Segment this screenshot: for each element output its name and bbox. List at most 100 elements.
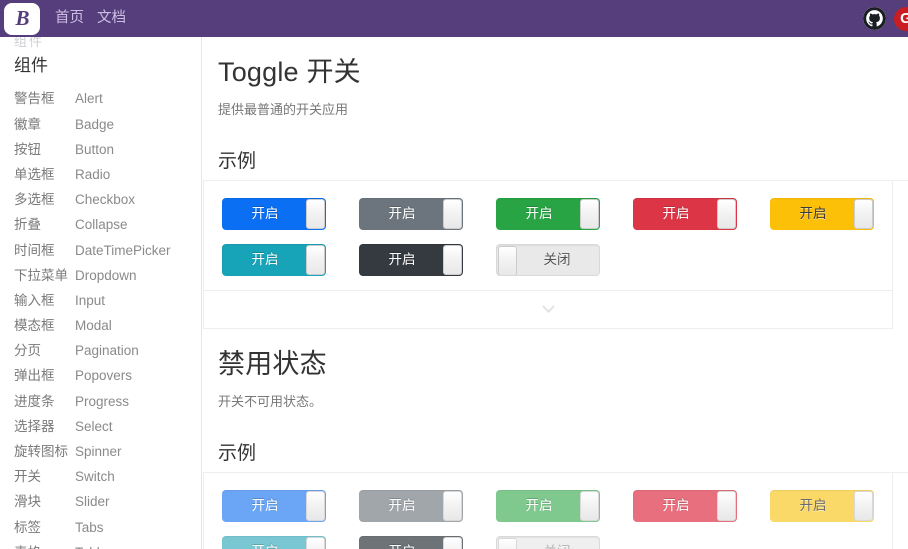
sidebar-item-label-en: Popovers <box>75 368 133 384</box>
page-title: Toggle 开关 <box>218 57 361 87</box>
toggle-switch-primary-disabled: 开启 <box>222 489 326 522</box>
page-description: 提供最普通的开关应用 <box>218 101 349 117</box>
sidebar-item-label-cn: 选择器 <box>14 418 55 434</box>
sidebar-item-radio[interactable]: 单选框 Radio <box>14 163 201 188</box>
example-panel-disabled: 开启开启开启开启开启 开启开启关闭 <box>203 472 893 549</box>
sidebar-item-label-cn: 时间框 <box>14 242 55 258</box>
sidebar-item-alert[interactable]: 警告框 Alert <box>14 87 201 112</box>
sidebar-item-label-cn: 开关 <box>14 469 41 485</box>
sidebar-item-label-en: DateTimePicker <box>75 242 171 258</box>
sidebar-item-select[interactable]: 选择器 Select <box>14 415 201 440</box>
sidebar-item-checkbox[interactable]: 多选框 Checkbox <box>14 188 201 213</box>
sidebar-item-label-cn: 多选框 <box>14 192 55 208</box>
toggle-switch-danger[interactable]: 开启 <box>633 197 737 230</box>
sidebar-item-popovers[interactable]: 弹出框 Popovers <box>14 364 201 389</box>
sidebar-item-label-en: Slider <box>75 494 110 510</box>
sidebar-item-label-cn: 警告框 <box>14 91 55 107</box>
sidebar-item-collapse[interactable]: 折叠 Collapse <box>14 213 201 238</box>
toggle-knob[interactable] <box>306 198 325 229</box>
nav-links: 首页 文档 <box>55 11 126 26</box>
sidebar-item-tabs[interactable]: 标签 Tabs <box>14 516 201 541</box>
toggle-knob[interactable] <box>854 198 873 229</box>
sidebar-item-label-en: Spinner <box>75 444 122 460</box>
main-content: Toggle 开关 提供最普通的开关应用 示例 开启 开启 开启 开启 开启 开启 开启关… <box>203 37 908 549</box>
sidebar-item-label-en: Modal <box>75 318 112 334</box>
bootstrap-logo-icon: B <box>15 6 29 30</box>
sidebar-item-label-cn: 输入框 <box>14 292 55 308</box>
toggle-switch-secondary-disabled: 开启 <box>359 489 463 522</box>
gitee-letter: G <box>900 10 908 27</box>
sidebar-item-badge[interactable]: 徽章 Badge <box>14 113 201 138</box>
disabled-toggle-row-1: 开启 开启 开启 开启 开启 <box>222 489 874 522</box>
sidebar-item-label-en: Badge <box>75 116 115 132</box>
toggle-switch-primary[interactable]: 开启 <box>222 197 326 230</box>
sidebar-item-label-cn: 表格 <box>14 541 75 549</box>
sidebar-item-progress[interactable]: 进度条 Progress <box>14 390 201 415</box>
sidebar-heading: 组件 <box>14 56 48 75</box>
toggle-knob[interactable] <box>443 244 462 275</box>
sidebar-item-label-en: Collapse <box>75 217 128 233</box>
sidebar-item-label-en: Switch <box>75 469 115 485</box>
sidebar-item-label-en: Button <box>75 141 115 157</box>
nav-link-home[interactable]: 首页 <box>55 11 84 26</box>
toggle-switch-success-disabled: 开启 <box>496 489 600 522</box>
toggle-knob <box>443 490 462 521</box>
sidebar-item-label-en: Pagination <box>75 343 139 359</box>
sidebar-item-label-cn: 标签 <box>14 519 41 535</box>
sidebar-item-input[interactable]: 输入框 Input <box>14 289 201 314</box>
sidebar-item-modal[interactable]: 模态框 Modal <box>14 314 201 339</box>
toggle-switch-secondary[interactable]: 开启 <box>359 197 463 230</box>
sidebar-item-label-en: Select <box>75 418 113 434</box>
toggle-knob <box>717 490 736 521</box>
toggle-switch-dark[interactable]: 开启 <box>359 243 463 276</box>
sidebar-item-switch[interactable]: 开关 Switch <box>14 465 201 490</box>
sidebar-item-label-en: Tables <box>75 545 114 549</box>
sidebar-item-label-cn: 下拉菜单 <box>14 267 68 283</box>
sidebar-item-pagination[interactable]: 分页 Pagination <box>14 339 201 364</box>
chevron-down-icon <box>541 300 555 313</box>
toggle-switch-info[interactable]: 开启 <box>222 243 326 276</box>
sidebar-item-label-cn: 徽章 <box>14 116 41 132</box>
toggle-row-1: 开启 开启 开启 开启 开启 <box>222 197 874 230</box>
sidebar-item-label-en: Input <box>75 292 106 308</box>
toggle-knob <box>443 536 462 549</box>
gitee-icon[interactable]: G <box>894 6 908 31</box>
section-title-disabled-example: 示例 <box>218 442 257 464</box>
toggle-switch-light-disabled: 关闭 <box>496 535 600 549</box>
sidebar-item-label-en: Radio <box>75 166 111 182</box>
toggle-switch-success[interactable]: 开启 <box>496 197 600 230</box>
sidebar-item-spinner[interactable]: 旋转图标 Spinner <box>14 440 201 465</box>
toggle-switch-light[interactable]: 关闭 <box>496 243 600 276</box>
toggle-knob <box>580 490 599 521</box>
nav-link-docs[interactable]: 文档 <box>97 11 126 26</box>
sidebar-item-label-cn: 进度条 <box>14 393 55 409</box>
sidebar-item-datetimepicker[interactable]: 时间框 DateTimePicker <box>14 239 201 264</box>
disabled-toggle-row-2: 开启 开启 关闭 <box>222 535 874 549</box>
sidebar-item-label-cn: 单选框 <box>14 166 55 182</box>
toggle-knob[interactable] <box>717 198 736 229</box>
sidebar-item-slider[interactable]: 滑块 Slider <box>14 490 201 515</box>
sidebar-item-tables[interactable]: 表格Tables <box>14 541 201 549</box>
toggle-knob <box>498 537 517 549</box>
example-code-expander[interactable] <box>203 290 893 329</box>
toggle-switch-warning[interactable]: 开启 <box>770 197 874 230</box>
section-title-example: 示例 <box>218 150 257 172</box>
toggle-switch-warning-disabled: 开启 <box>770 489 874 522</box>
toggle-knob[interactable] <box>306 244 325 275</box>
toggle-knob[interactable] <box>580 198 599 229</box>
disabled-section-description: 开关不可用状态。 <box>218 393 323 409</box>
toggle-switch-info-disabled: 开启 <box>222 535 326 549</box>
sidebar-item-label-cn: 滑块 <box>14 494 41 510</box>
top-navbar: B 首页 文档 G <box>0 0 908 37</box>
sidebar-item-label-en: Progress <box>75 393 130 409</box>
sidebar-item-button[interactable]: 按钮 Button <box>14 138 201 163</box>
sidebar: 组件 组件 警告框 Alert 徽章 Badge 按钮 Button 单选框 Radio 多选框… <box>0 37 202 549</box>
github-icon[interactable] <box>863 7 886 30</box>
toggle-knob <box>306 490 325 521</box>
sidebar-item-label-cn: 折叠 <box>14 217 41 233</box>
toggle-switch-dark-disabled: 开启 <box>359 535 463 549</box>
toggle-knob[interactable] <box>498 245 517 275</box>
sidebar-item-dropdown[interactable]: 下拉菜单 Dropdown <box>14 264 201 289</box>
brand-logo[interactable]: B <box>4 2 40 35</box>
toggle-knob[interactable] <box>443 198 462 229</box>
